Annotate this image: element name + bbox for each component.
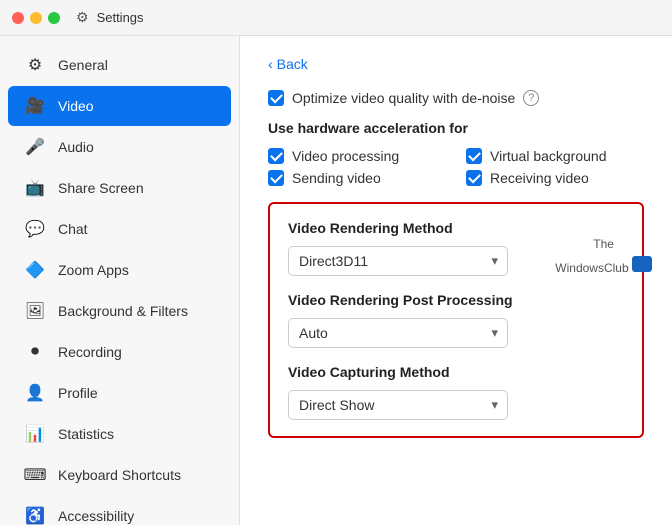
hw-item-2: Sending video (268, 170, 446, 186)
hardware-heading: Use hardware acceleration for (268, 120, 644, 136)
maximize-button[interactable] (48, 12, 60, 24)
sidebar-item-recording[interactable]: ⏺ Recording (8, 332, 231, 372)
hw-checkbox-1[interactable] (466, 148, 482, 164)
rendering-method-label: Video Rendering Method (288, 220, 624, 236)
zoom-apps-icon: 🔷 (24, 259, 46, 281)
hw-checkbox-2[interactable] (268, 170, 284, 186)
sidebar-label-background-filters: Background & Filters (58, 303, 188, 319)
profile-icon: 👤 (24, 382, 46, 404)
capturing-method-select[interactable]: Direct Show OBS Virtual Camera Auto (288, 390, 508, 420)
capturing-method-section: Video Capturing Method Direct Show OBS V… (288, 364, 624, 420)
back-link[interactable]: ‹ Back (268, 56, 644, 72)
sidebar-item-zoom-apps[interactable]: 🔷 Zoom Apps (8, 250, 231, 290)
video-icon: 🎥 (24, 95, 46, 117)
sidebar-item-share-screen[interactable]: 📺 Share Screen (8, 168, 231, 208)
optimize-row: Optimize video quality with de-noise ? (268, 90, 644, 106)
app-container: ⚙ General 🎥 Video 🎤 Audio 📺 Share Screen… (0, 36, 672, 525)
hw-checkbox-0[interactable] (268, 148, 284, 164)
sidebar-label-profile: Profile (58, 385, 98, 401)
optimize-label: Optimize video quality with de-noise (292, 90, 515, 106)
rendering-post-select-wrapper: Auto None Enhanced (288, 318, 508, 348)
sidebar-label-recording: Recording (58, 344, 122, 360)
watermark-line2: WindowsClub (555, 261, 628, 275)
optimize-help-icon[interactable]: ? (523, 90, 539, 106)
window-title: Settings (97, 10, 144, 25)
rendering-method-select[interactable]: Direct3D11 Direct3D9 OpenGL Auto (288, 246, 508, 276)
hw-item-0: Video processing (268, 148, 446, 164)
sidebar-item-background-filters[interactable]: 🖼 Background & Filters (8, 291, 231, 331)
sidebar-item-video[interactable]: 🎥 Video (8, 86, 231, 126)
sidebar-label-share-screen: Share Screen (58, 180, 144, 196)
sidebar-label-chat: Chat (58, 221, 88, 237)
sidebar-label-general: General (58, 57, 108, 73)
hw-label-1: Virtual background (490, 148, 606, 164)
keyboard-shortcuts-icon: ⌨ (24, 464, 46, 486)
hw-label-2: Sending video (292, 170, 381, 186)
sidebar-label-keyboard-shortcuts: Keyboard Shortcuts (58, 467, 181, 483)
watermark-line1: The (593, 237, 614, 251)
watermark: The WindowsClub (555, 236, 652, 277)
settings-icon: ⚙ (76, 9, 89, 26)
chat-icon: 💬 (24, 218, 46, 240)
back-label: Back (277, 56, 308, 72)
rendering-method-select-wrapper: Direct3D11 Direct3D9 OpenGL Auto (288, 246, 508, 276)
sidebar-item-chat[interactable]: 💬 Chat (8, 209, 231, 249)
rendering-post-label: Video Rendering Post Processing (288, 292, 624, 308)
sidebar-item-audio[interactable]: 🎤 Audio (8, 127, 231, 167)
hw-item-1: Virtual background (466, 148, 644, 164)
statistics-icon: 📊 (24, 423, 46, 445)
background-filters-icon: 🖼 (24, 300, 46, 322)
accessibility-icon: ♿ (24, 505, 46, 525)
hw-label-0: Video processing (292, 148, 399, 164)
optimize-checkbox[interactable] (268, 90, 284, 106)
capturing-method-label: Video Capturing Method (288, 364, 624, 380)
title-bar: ⚙ Settings (0, 0, 672, 36)
capturing-method-select-wrapper: Direct Show OBS Virtual Camera Auto (288, 390, 508, 420)
general-icon: ⚙ (24, 54, 46, 76)
close-button[interactable] (12, 12, 24, 24)
sidebar-item-general[interactable]: ⚙ General (8, 45, 231, 85)
sidebar-label-zoom-apps: Zoom Apps (58, 262, 129, 278)
rendering-post-section: Video Rendering Post Processing Auto Non… (288, 292, 624, 348)
sidebar-item-accessibility[interactable]: ♿ Accessibility (8, 496, 231, 525)
sidebar-label-video: Video (58, 98, 94, 114)
hw-item-3: Receiving video (466, 170, 644, 186)
watermark-badge (632, 256, 652, 272)
recording-icon: ⏺ (24, 341, 46, 363)
sidebar-label-audio: Audio (58, 139, 94, 155)
hardware-grid: Video processing Virtual background Send… (268, 148, 644, 186)
hw-label-3: Receiving video (490, 170, 589, 186)
sidebar-label-accessibility: Accessibility (58, 508, 134, 524)
sidebar-item-keyboard-shortcuts[interactable]: ⌨ Keyboard Shortcuts (8, 455, 231, 495)
main-content: ‹ Back Optimize video quality with de-no… (240, 36, 672, 525)
sidebar: ⚙ General 🎥 Video 🎤 Audio 📺 Share Screen… (0, 36, 240, 525)
sidebar-label-statistics: Statistics (58, 426, 114, 442)
audio-icon: 🎤 (24, 136, 46, 158)
share-screen-icon: 📺 (24, 177, 46, 199)
back-chevron: ‹ (268, 56, 273, 72)
rendering-post-select[interactable]: Auto None Enhanced (288, 318, 508, 348)
hw-checkbox-3[interactable] (466, 170, 482, 186)
sidebar-item-statistics[interactable]: 📊 Statistics (8, 414, 231, 454)
minimize-button[interactable] (30, 12, 42, 24)
window-controls (12, 12, 60, 24)
sidebar-item-profile[interactable]: 👤 Profile (8, 373, 231, 413)
